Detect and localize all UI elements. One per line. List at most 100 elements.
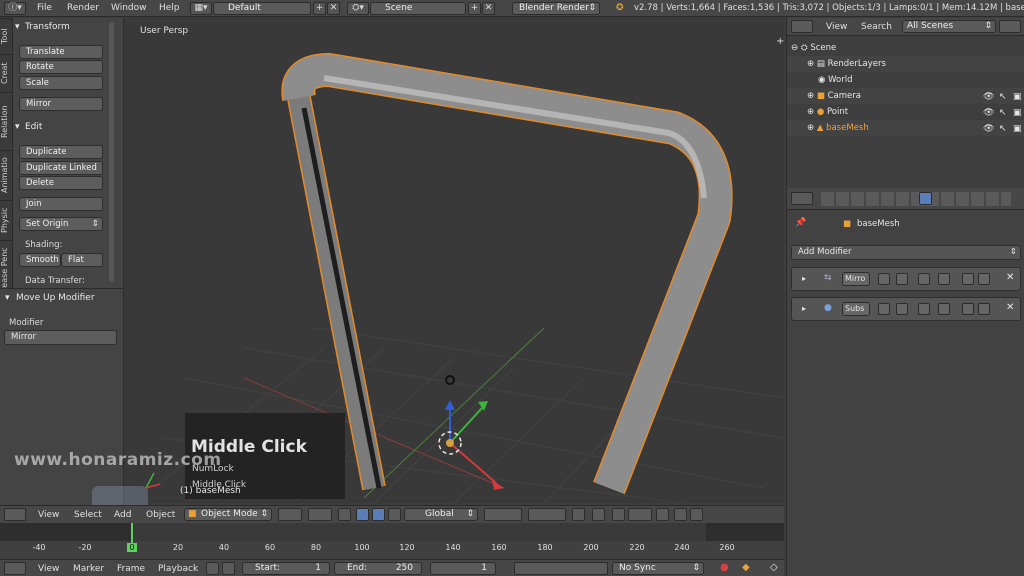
menu-playback[interactable]: Playback [158, 564, 198, 574]
cage-toggle-icon[interactable] [938, 303, 950, 315]
snap-element-icon[interactable] [628, 508, 652, 521]
visibility-eye-icon[interactable]: 👁 [983, 108, 994, 118]
select-arrow-icon[interactable]: ↖ [999, 108, 1007, 118]
record-icon[interactable]: ● [720, 562, 729, 573]
tab-create[interactable]: Creat [0, 54, 13, 92]
menu-add[interactable]: Add [114, 510, 131, 520]
add-scene-icon[interactable]: + [468, 2, 481, 15]
pivot-point-icon[interactable] [308, 508, 332, 521]
screen-layout-field[interactable]: Default [213, 2, 311, 15]
tab-physics[interactable]: Physic [0, 200, 13, 240]
menu-view[interactable]: View [38, 564, 59, 574]
x-gizmo-arrow-icon[interactable] [492, 480, 504, 490]
modifier-tab-icon[interactable] [919, 192, 932, 205]
screen-layout-icon[interactable]: ▦▾ [190, 2, 212, 15]
start-frame-field[interactable]: Start: 1 [242, 562, 330, 575]
flat-button[interactable]: Flat [61, 253, 103, 267]
proportional-edit-icon[interactable] [592, 508, 605, 521]
collapse-icon[interactable]: ▾ [15, 122, 20, 132]
opengl-render-icon[interactable] [656, 508, 669, 521]
pin-icon[interactable]: 📌 [795, 218, 806, 228]
keying-set-icon[interactable]: ◆ [742, 562, 750, 573]
render-camera-icon[interactable]: ▣ [1013, 92, 1022, 102]
menu-view[interactable]: View [826, 22, 847, 32]
mirror-button[interactable]: Mirror [19, 97, 103, 111]
viewport-shading-icon[interactable] [278, 508, 302, 521]
tab-relations[interactable]: Relation [0, 92, 13, 150]
collapse-icon[interactable]: ▾ [5, 293, 10, 303]
transform-panel-header[interactable]: Transform [25, 22, 70, 32]
scene-icon[interactable]: ⛭▾ [347, 2, 369, 15]
expand-arrow-icon[interactable]: ▸ [802, 274, 806, 283]
lock-layer-icon[interactable] [572, 508, 585, 521]
menu-help[interactable]: Help [159, 3, 180, 13]
menu-frame[interactable]: Frame [117, 564, 145, 574]
layer-buttons-2[interactable] [528, 508, 566, 521]
editor-type-icon[interactable] [4, 508, 26, 521]
delete-button[interactable]: Delete [19, 176, 103, 190]
editor-type-icon[interactable] [791, 192, 813, 205]
scene-field[interactable]: Scene [370, 2, 466, 15]
set-origin-button[interactable]: Set Origin ⇕ [19, 217, 103, 231]
rotate-button[interactable]: Rotate [19, 60, 103, 74]
translate-manipulator-icon[interactable] [356, 508, 369, 521]
info-editor-icon[interactable]: ⓘ▾ [4, 2, 26, 15]
tab-animation[interactable]: Animatio [0, 150, 13, 200]
viewport-toggle-icon[interactable] [896, 303, 908, 315]
close-icon[interactable]: ✕ [1006, 272, 1014, 283]
translate-button[interactable]: Translate [19, 45, 103, 59]
modifier-name-field[interactable]: Subs [842, 302, 870, 316]
operator-panel-header[interactable]: Move Up Modifier [16, 293, 95, 303]
smooth-button[interactable]: Smooth [19, 253, 61, 267]
render-toggle-icon[interactable] [878, 273, 890, 285]
menu-marker[interactable]: Marker [73, 564, 104, 574]
viewport-toggle-icon[interactable] [896, 273, 908, 285]
render-engine-select[interactable]: Blender Render ⇕ [512, 2, 600, 15]
playback-controls[interactable] [514, 562, 608, 575]
menu-file[interactable]: File [37, 3, 52, 13]
close-icon[interactable]: ✕ [1006, 302, 1014, 313]
timeline[interactable] [0, 523, 784, 559]
z-gizmo-arrow-icon[interactable] [445, 400, 455, 410]
keyframe-icon[interactable]: ◇ [770, 562, 778, 573]
end-frame-field[interactable]: End: 250 [334, 562, 422, 575]
snap-target-icon[interactable] [690, 508, 703, 521]
snap-icon[interactable] [612, 508, 625, 521]
expand-arrow-icon[interactable]: ▸ [802, 304, 806, 313]
render-camera-icon[interactable]: ▣ [1013, 124, 1022, 134]
preview-range-icon[interactable] [206, 562, 219, 575]
editor-type-icon[interactable] [4, 562, 26, 575]
current-frame-field[interactable]: 1 [430, 562, 496, 575]
move-down-icon[interactable] [978, 273, 990, 285]
select-arrow-icon[interactable]: ↖ [999, 124, 1007, 134]
visibility-eye-icon[interactable]: 👁 [983, 92, 994, 102]
modifier-name-field[interactable]: Mirro [842, 272, 870, 286]
menu-object[interactable]: Object [146, 510, 175, 520]
interaction-mode-select[interactable]: ■ Object Mode ⇕ [184, 508, 272, 521]
visibility-eye-icon[interactable]: 👁 [983, 124, 994, 134]
sync-mode-select[interactable]: No Sync ⇕ [612, 562, 704, 575]
modifier-name-field[interactable]: Mirror [4, 330, 117, 345]
lock-icon[interactable] [222, 562, 235, 575]
select-arrow-icon[interactable]: ↖ [999, 92, 1007, 102]
add-modifier-select[interactable]: Add Modifier ⇕ [791, 245, 1021, 260]
outliner-row-renderlayers[interactable]: ⊕ ▤ RenderLayers [787, 56, 1024, 72]
manipulator-icon[interactable] [338, 508, 351, 521]
render-toggle-icon[interactable] [878, 303, 890, 315]
add-layout-icon[interactable]: + [313, 2, 326, 15]
outliner-row-world[interactable]: ◉ World [787, 72, 1024, 88]
editmode-toggle-icon[interactable] [918, 273, 930, 285]
rotate-manipulator-icon[interactable] [372, 508, 385, 521]
tool-shelf-scrollbar[interactable] [109, 22, 114, 282]
menu-search[interactable]: Search [861, 22, 892, 32]
context-tab-icons[interactable] [821, 192, 1011, 206]
render-camera-icon[interactable]: ▣ [1013, 108, 1022, 118]
scale-manipulator-icon[interactable] [388, 508, 401, 521]
outliner-row-scene[interactable]: ⊖ ⛭ Scene [787, 40, 1024, 56]
move-down-icon[interactable] [978, 303, 990, 315]
menu-window[interactable]: Window [111, 3, 147, 13]
tab-tools[interactable]: Tool [0, 18, 13, 54]
duplicate-button[interactable]: Duplicate [19, 145, 103, 159]
move-up-icon[interactable] [962, 273, 974, 285]
display-mode-select[interactable]: All Scenes ⇕ [902, 20, 996, 33]
